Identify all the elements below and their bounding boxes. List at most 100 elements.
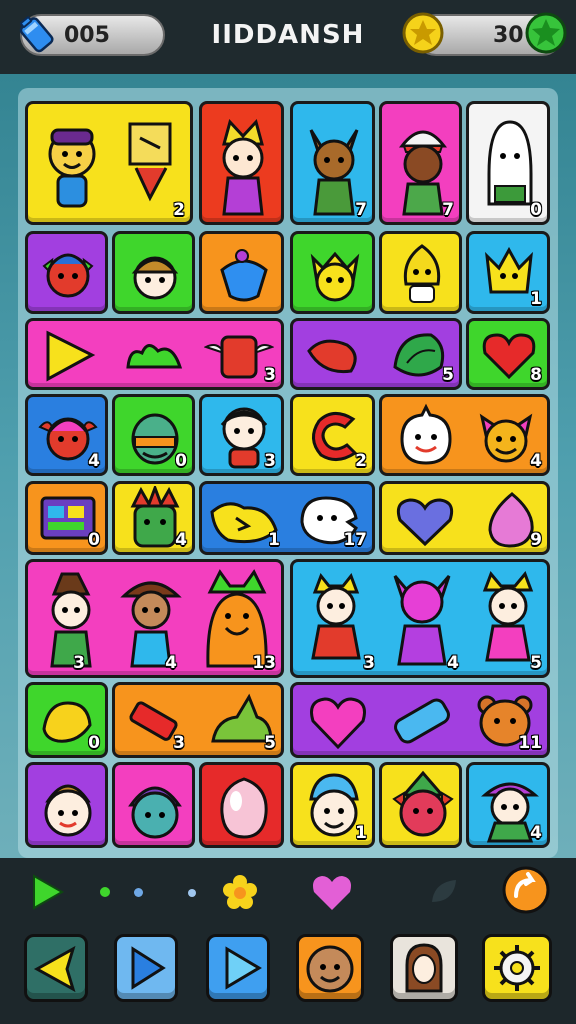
tile-r4-c2[interactable]: 0 bbox=[112, 394, 195, 476]
tile-r7-c3[interactable]: 11 bbox=[290, 682, 550, 758]
tile-r3-c2[interactable]: 5 bbox=[290, 318, 462, 390]
tile-r3-c1[interactable]: 3 bbox=[25, 318, 284, 390]
next-button[interactable] bbox=[206, 934, 270, 1002]
page-dot bbox=[188, 889, 196, 897]
page-dot bbox=[100, 887, 110, 897]
character-icon bbox=[310, 251, 360, 302]
tile-number: 4 bbox=[175, 530, 187, 550]
tile-number: 4 bbox=[447, 653, 459, 673]
gem-icon bbox=[220, 249, 268, 302]
tile-number: 13 bbox=[252, 653, 276, 673]
tile-r6-c2[interactable]: 3 4 5 bbox=[290, 559, 550, 678]
tile-number: 3 bbox=[264, 451, 276, 471]
tile-number: 4 bbox=[530, 823, 542, 843]
tile-number: 3 bbox=[264, 365, 276, 385]
tile-r1-c4[interactable]: 7 bbox=[379, 101, 462, 225]
bottle-icon bbox=[394, 698, 450, 744]
tile-number: 4 bbox=[165, 653, 177, 673]
tile-r4-c3[interactable]: 3 bbox=[199, 394, 284, 476]
tile-r5-c3[interactable]: 1 17 bbox=[199, 481, 375, 555]
tile-r4-c4[interactable]: 2 bbox=[290, 394, 375, 476]
tile-number: 1 bbox=[355, 823, 367, 843]
tile-r7-c1[interactable]: 0 bbox=[25, 682, 108, 758]
leaf-icon bbox=[432, 880, 456, 902]
heart-icon bbox=[310, 697, 366, 750]
tile-r1-c5[interactable]: 0 bbox=[466, 101, 550, 225]
tile-r1-c2[interactable] bbox=[199, 101, 284, 225]
back-button[interactable] bbox=[24, 934, 88, 1002]
gear-icon bbox=[494, 945, 540, 991]
tile-number: 0 bbox=[530, 200, 542, 220]
tile-r2-c2[interactable] bbox=[112, 231, 195, 314]
character-icon bbox=[131, 256, 179, 300]
character-icon bbox=[42, 253, 94, 298]
page-dot bbox=[134, 888, 143, 897]
tile-r8-c6[interactable]: 4 bbox=[466, 762, 550, 848]
tile-r3-c3[interactable]: 8 bbox=[466, 318, 550, 390]
character-icon bbox=[50, 572, 92, 668]
back-arrow-icon bbox=[33, 945, 76, 993]
coins-value: 30 bbox=[493, 23, 524, 48]
tile-r2-c3[interactable] bbox=[199, 231, 284, 314]
tile-number: 3 bbox=[173, 733, 185, 753]
tile-number: 3 bbox=[73, 653, 85, 673]
tile-r5-c1[interactable]: 0 bbox=[25, 481, 108, 555]
tile-number: 17 bbox=[343, 530, 367, 550]
tile-r8-c5[interactable] bbox=[379, 762, 462, 848]
tile-number: 4 bbox=[88, 451, 100, 471]
face-icon bbox=[306, 945, 354, 993]
character-icon bbox=[222, 119, 264, 216]
tile-number: 5 bbox=[442, 365, 454, 385]
tile-number: 1 bbox=[530, 289, 542, 309]
character-icon bbox=[48, 128, 96, 208]
tile-r4-c1[interactable]: 4 bbox=[25, 394, 108, 476]
tile-r1-c3[interactable]: 7 bbox=[290, 101, 375, 225]
egg-gem-icon bbox=[220, 777, 268, 839]
tile-r8-c2[interactable] bbox=[112, 762, 195, 848]
scroll-icon bbox=[128, 122, 172, 202]
tile-number: 7 bbox=[442, 200, 454, 220]
settings-button[interactable] bbox=[482, 934, 552, 1002]
tile-number: 3 bbox=[363, 653, 375, 673]
tile-r7-c2[interactable]: 3 5 bbox=[112, 682, 284, 758]
tile-number: 0 bbox=[175, 451, 187, 471]
tile-number: 9 bbox=[530, 530, 542, 550]
play-icon[interactable] bbox=[30, 872, 66, 912]
tile-r6-c1[interactable]: 3 4 13 bbox=[25, 559, 284, 678]
tile-r8-c4[interactable]: 1 bbox=[290, 762, 375, 848]
tile-number: 4 bbox=[530, 451, 542, 471]
refresh-icon[interactable] bbox=[502, 866, 550, 914]
heart-icon bbox=[396, 498, 454, 547]
tile-r4-c5[interactable]: 4 bbox=[379, 394, 550, 476]
star-coin-icon bbox=[402, 12, 444, 54]
tile-number: 5 bbox=[264, 733, 276, 753]
tile-number: 11 bbox=[518, 733, 542, 753]
tile-r8-c1[interactable] bbox=[25, 762, 108, 848]
next-arrow-icon bbox=[225, 946, 262, 990]
bush-icon bbox=[126, 344, 183, 369]
heart-icon[interactable] bbox=[310, 872, 354, 912]
tile-number: 2 bbox=[173, 200, 185, 220]
flower-icon[interactable] bbox=[222, 874, 258, 910]
ghost-icon bbox=[400, 403, 452, 465]
tile-r8-c3[interactable] bbox=[199, 762, 284, 848]
plus-star-icon[interactable] bbox=[525, 12, 567, 54]
triangle-gem-icon bbox=[46, 330, 96, 382]
tile-r5-c4[interactable]: 9 bbox=[379, 481, 550, 555]
tile-r2-c6[interactable]: 1 bbox=[466, 231, 550, 314]
tile-number: 2 bbox=[355, 451, 367, 471]
tile-number: 5 bbox=[530, 653, 542, 673]
tile-r5-c2[interactable]: 4 bbox=[112, 481, 195, 555]
tile-r2-c5[interactable] bbox=[379, 231, 462, 314]
character-button[interactable] bbox=[296, 934, 364, 1002]
character-icon bbox=[392, 770, 454, 837]
character-icon bbox=[311, 573, 361, 660]
character-icon bbox=[479, 413, 533, 463]
portrait-button[interactable] bbox=[390, 934, 458, 1002]
tile-r2-c1[interactable] bbox=[25, 231, 108, 314]
play-button[interactable] bbox=[114, 934, 178, 1002]
play-arrow-icon bbox=[131, 946, 166, 990]
tile-r1-c1[interactable]: 2 bbox=[25, 101, 193, 225]
tile-r2-c4[interactable] bbox=[290, 231, 375, 314]
tile-number: 1 bbox=[268, 530, 280, 550]
